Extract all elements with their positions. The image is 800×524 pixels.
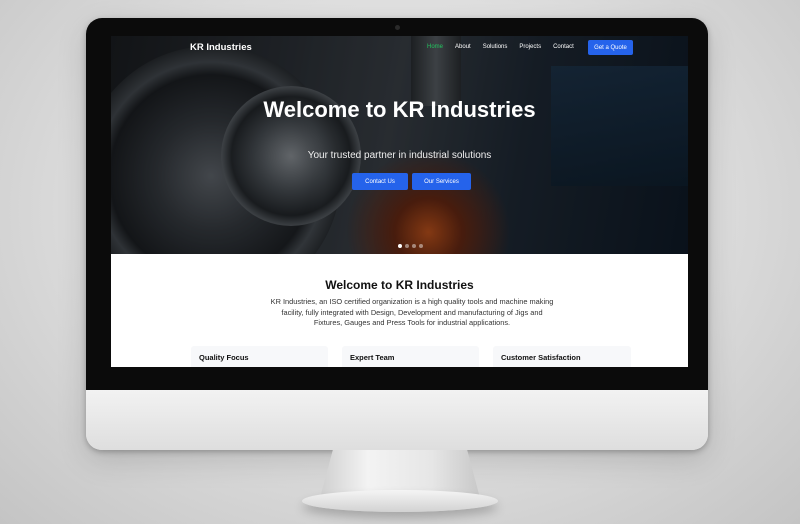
monitor-base [302,490,498,512]
carousel-dot[interactable] [398,244,402,248]
welcome-section: Welcome to KR Industries KR Industries, … [111,254,688,367]
carousel-dot[interactable] [419,244,423,248]
brand-logo[interactable]: KR Industries [190,42,252,53]
hero-overlay [111,36,688,254]
navbar: KR Industries Home About Solutions Proje… [111,36,688,60]
nav-links: Home About Solutions Projects Contact [427,44,586,50]
feature-card-satisfaction: Customer Satisfaction [493,346,631,367]
our-services-button[interactable]: Our Services [412,173,471,190]
nav-link-projects[interactable]: Projects [519,44,541,50]
nav-link-about[interactable]: About [455,44,471,50]
website-screen: KR Industries Home About Solutions Proje… [111,36,688,367]
carousel-indicators [398,244,423,248]
carousel-dot[interactable] [412,244,416,248]
contact-us-button[interactable]: Contact Us [352,173,408,190]
feature-card-team: Expert Team [342,346,479,367]
feature-card-quality: Quality Focus [191,346,328,367]
feature-card-title: Quality Focus [199,353,249,362]
nav-link-home[interactable]: Home [427,44,443,50]
nav-link-solutions[interactable]: Solutions [483,44,508,50]
carousel-dot[interactable] [405,244,409,248]
webcam [395,25,400,30]
section-title: Welcome to KR Industries [325,278,474,292]
nav-link-contact[interactable]: Contact [553,44,574,50]
get-quote-button[interactable]: Get a Quote [588,40,633,55]
monitor-chin [86,390,708,450]
hero-subtitle: Your trusted partner in industrial solut… [307,150,492,161]
hero-section: KR Industries Home About Solutions Proje… [111,36,688,254]
feature-card-title: Customer Satisfaction [501,353,581,362]
feature-card-title: Expert Team [350,353,395,362]
section-description: KR Industries, an ISO certified organiza… [270,297,554,327]
hero-title: Welcome to KR Industries [263,97,536,122]
